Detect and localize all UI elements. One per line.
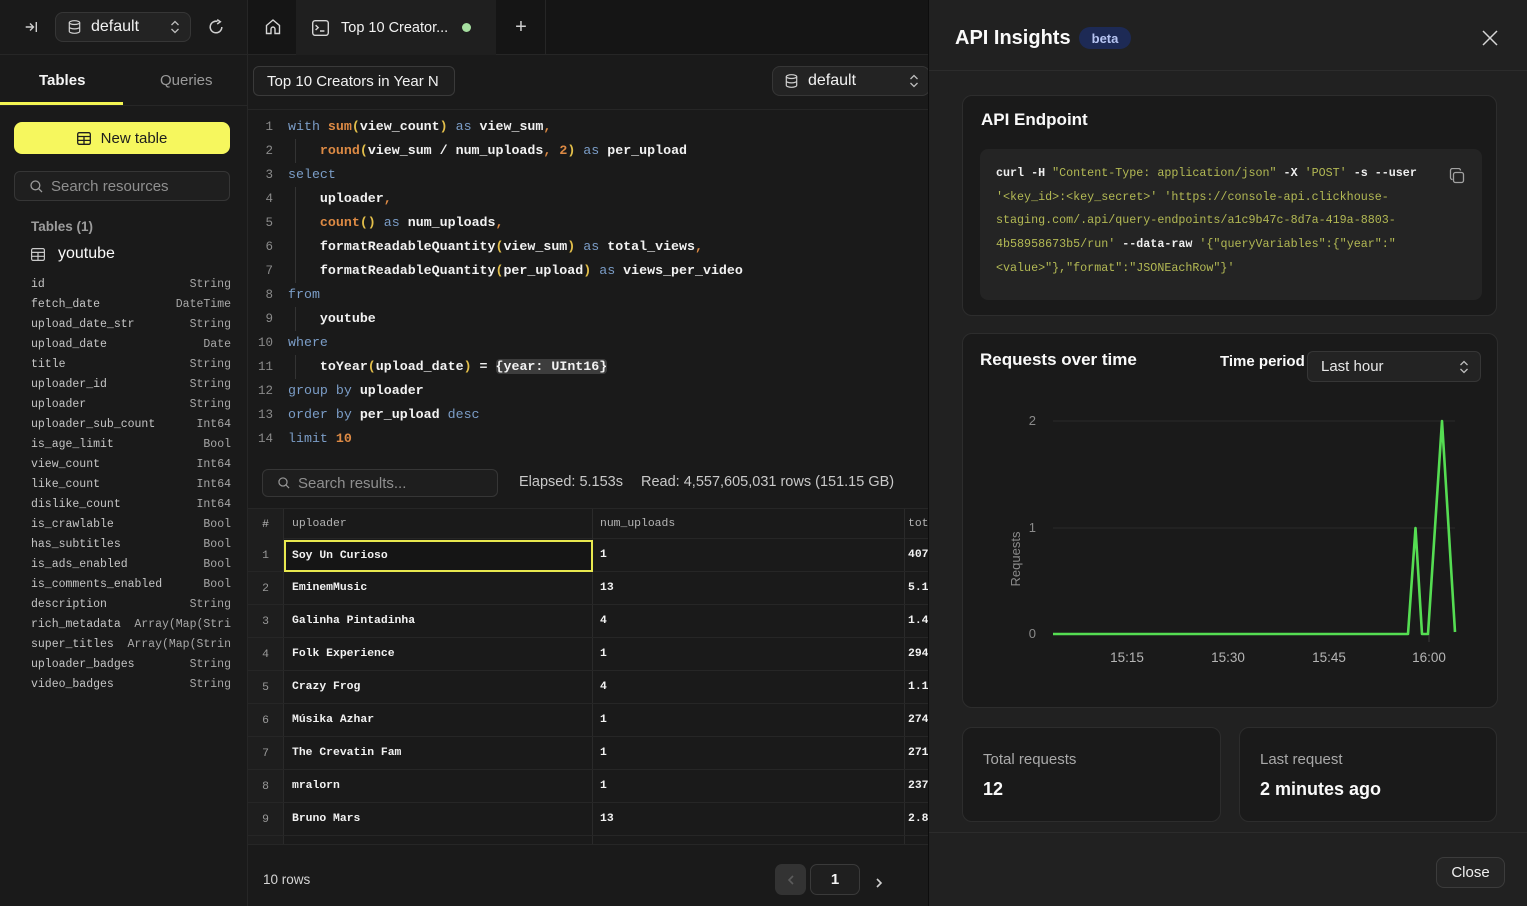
svg-text:1: 1 [1029,520,1036,535]
svg-text:2: 2 [1029,413,1036,428]
svg-text:15:30: 15:30 [1211,650,1245,665]
svg-text:16:00: 16:00 [1412,650,1446,665]
svg-text:Requests: Requests [1008,531,1023,586]
svg-text:0: 0 [1029,626,1036,641]
svg-text:15:15: 15:15 [1110,650,1144,665]
svg-text:15:45: 15:45 [1312,650,1346,665]
